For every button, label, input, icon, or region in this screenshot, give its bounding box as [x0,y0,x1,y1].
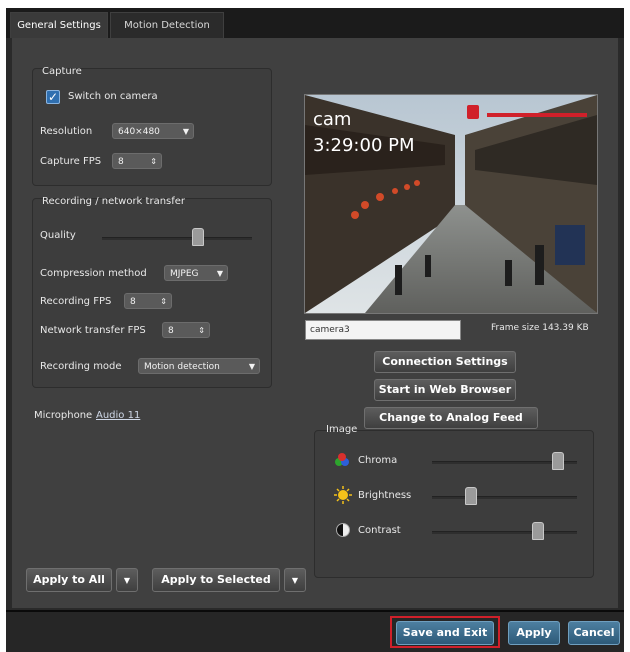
change-analog-feed-button[interactable]: Change to Analog Feed [364,407,538,429]
spin-icon: ⇕ [150,157,157,166]
resolution-label: Resolution [40,126,93,137]
brightness-label: Brightness [358,490,412,501]
recording-fps-stepper[interactable]: 8 ⇕ [124,293,172,309]
apply-to-all-button[interactable]: Apply to All [26,568,112,592]
chroma-icon [334,452,350,468]
compression-dropdown[interactable]: MJPEG ▼ [164,265,228,281]
spin-icon: ⇕ [160,297,167,306]
capture-title: Capture [42,66,82,77]
recording-mode-dropdown[interactable]: Motion detection ▼ [138,358,260,374]
capture-fps-label: Capture FPS [40,156,102,167]
chroma-slider[interactable] [551,452,564,470]
chevron-down-icon: ▼ [123,576,131,585]
network-fps-stepper[interactable]: 8 ⇕ [162,322,210,338]
capture-fps-value: 8 [118,157,124,167]
camera-preview: cam 3:29:00 PM [304,94,598,314]
tab-motion-detection[interactable]: Motion Detection [110,12,224,38]
switch-on-camera-checkbox[interactable]: ✓ [46,90,60,104]
contrast-slider[interactable] [531,522,544,540]
contrast-track [432,531,577,534]
chevron-down-icon: ▼ [291,576,299,585]
recording-indicator-icon [467,105,479,119]
settings-dialog: General Settings Motion Detection Captur… [6,8,624,652]
preview-time-overlay: 3:29:00 PM [313,135,415,156]
network-fps-value: 8 [168,326,174,336]
contrast-icon [336,523,350,537]
quality-label: Quality [40,230,76,241]
tab-bar: General Settings Motion Detection [6,8,624,38]
brightness-slider[interactable] [465,487,478,505]
chevron-down-icon: ▼ [182,127,189,136]
apply-to-selected-dropdown[interactable]: ▼ [284,568,306,592]
apply-button[interactable]: Apply [508,621,560,645]
network-fps-label: Network transfer FPS [40,325,146,336]
brightness-icon [334,486,352,504]
resolution-dropdown[interactable]: 640×480 ▼ [112,123,194,139]
watermark-bar [487,113,587,117]
apply-to-all-dropdown[interactable]: ▼ [116,568,138,592]
microphone-label: Microphone [34,410,93,421]
cancel-button[interactable]: Cancel [568,621,620,645]
chevron-down-icon: ▼ [248,362,255,371]
chroma-label: Chroma [358,455,398,466]
general-settings-panel: Capture ✓ Switch on camera Resolution 64… [12,38,618,608]
compression-label: Compression method [40,268,147,279]
start-web-browser-button[interactable]: Start in Web Browser [374,379,516,401]
recording-mode-value: Motion detection [144,362,220,372]
tab-general-settings[interactable]: General Settings [10,12,108,38]
frame-size-text: Frame size 143.39 KB [491,323,589,333]
recording-fps-value: 8 [130,297,136,307]
chevron-down-icon: ▼ [216,269,223,278]
compression-value: MJPEG [170,269,199,279]
resolution-value: 640×480 [118,127,160,137]
microphone-link[interactable]: Audio 11 [96,410,140,421]
save-and-exit-button[interactable]: Save and Exit [396,621,494,645]
recording-fps-label: Recording FPS [40,296,112,307]
quality-slider[interactable] [191,228,204,246]
apply-to-selected-button[interactable]: Apply to Selected [152,568,280,592]
contrast-label: Contrast [358,525,401,536]
camera-name-input[interactable]: camera3 [305,320,461,340]
brightness-track [432,496,577,499]
connection-settings-button[interactable]: Connection Settings [374,351,516,373]
switch-on-camera-label: Switch on camera [68,91,158,102]
image-title: Image [326,424,358,435]
capture-fps-stepper[interactable]: 8 ⇕ [112,153,162,169]
preview-camera-overlay: cam [313,109,352,130]
dialog-footer: Save and Exit Apply Cancel [6,610,624,652]
recording-mode-label: Recording mode [40,361,122,372]
spin-icon: ⇕ [198,326,205,335]
recording-title: Recording / network transfer [42,196,186,207]
quality-track [102,237,252,240]
